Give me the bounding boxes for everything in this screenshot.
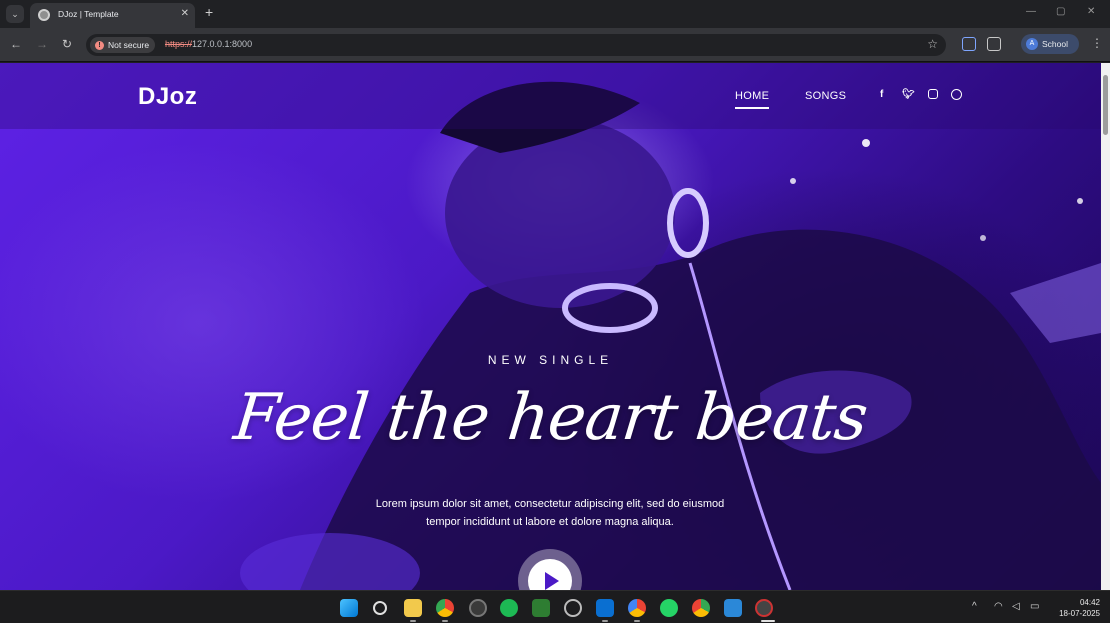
clock-time: 04:42 (1079, 598, 1100, 607)
back-icon[interactable]: ← (10, 37, 22, 51)
avatar: A (1026, 38, 1038, 50)
browser-menu-icon[interactable]: ⋮ (1091, 37, 1103, 49)
recorder-icon[interactable] (755, 599, 773, 617)
whatsapp-icon[interactable] (660, 599, 678, 617)
nav-songs[interactable]: SONGS (805, 90, 846, 102)
url-scheme: https:// (165, 39, 193, 49)
running-indicator (442, 620, 448, 622)
play-icon (528, 559, 572, 590)
tab-title: DJoz | Template (58, 9, 119, 19)
nav-home[interactable]: HOME (735, 90, 770, 109)
taskbar: ^ ◠ ◁ ▭ 04:42 18-07-2025 (0, 590, 1110, 623)
extension-icon[interactable] (962, 37, 976, 51)
photos-icon[interactable] (532, 599, 550, 617)
battery-icon[interactable]: ▭ (1030, 601, 1039, 612)
security-chip[interactable]: ! Not secure (90, 37, 156, 53)
tab-close-button[interactable]: ✕ (181, 8, 189, 19)
tab-search-button[interactable]: ⌄ (6, 5, 24, 23)
chrome-canary-icon[interactable] (692, 599, 710, 617)
globe-icon (38, 9, 50, 21)
chevron-up-icon[interactable]: ^ (972, 601, 977, 612)
volume-icon[interactable]: ◁ (1012, 601, 1020, 612)
file-explorer-icon[interactable] (404, 599, 422, 617)
forward-icon[interactable]: → (36, 37, 48, 51)
site-header: DJoz HOME SONGS f 🐦︎ (0, 63, 1101, 129)
vscode-icon[interactable] (596, 599, 614, 617)
wifi-icon[interactable]: ◠ (994, 601, 1003, 612)
warning-icon: ! (95, 40, 104, 50)
hero-text-line-2: tempor incididunt ut labore et dolore ma… (426, 516, 674, 528)
extensions-puzzle-icon[interactable] (987, 37, 1001, 51)
hero-eyebrow: NEW SINGLE (487, 353, 614, 367)
security-label: Not secure (108, 40, 150, 50)
minimize-icon[interactable]: — (1026, 6, 1036, 17)
close-window-icon[interactable]: ✕ (1087, 6, 1095, 17)
url-text: https://127.0.0.1:8000 (165, 39, 252, 49)
active-indicator (761, 620, 775, 622)
running-indicator (602, 620, 608, 622)
twitter-icon[interactable]: 🐦︎ (902, 89, 915, 100)
system-clock[interactable]: 04:42 18-07-2025 (1050, 597, 1100, 619)
new-tab-button[interactable]: + (205, 5, 213, 19)
chrome-icon[interactable] (436, 599, 454, 617)
site-logo[interactable]: DJoz (138, 83, 197, 111)
instagram-icon[interactable] (928, 89, 938, 99)
facebook-icon[interactable]: f (880, 89, 883, 100)
reload-icon[interactable]: ↻ (62, 37, 72, 51)
chrome-profile-icon[interactable] (628, 599, 646, 617)
hero-title: Feel the heart beats (230, 381, 871, 455)
profile-button[interactable]: A School (1021, 34, 1079, 54)
address-bar[interactable]: ! Not secure https://127.0.0.1:8000 ☆ (86, 34, 946, 56)
hero-text-line-1: Lorem ipsum dolor sit amet, consectetur … (375, 498, 725, 510)
hero-description: Lorem ipsum dolor sit amet, consectetur … (350, 495, 750, 531)
browser-tab[interactable]: DJoz | Template ✕ (30, 3, 195, 28)
browser-tab-strip: ⌄ DJoz | Template ✕ + — ▢ ✕ (0, 0, 1110, 28)
clock-date: 18-07-2025 (1059, 609, 1100, 618)
profile-name: School (1042, 39, 1068, 49)
page-viewport: DJoz HOME SONGS f 🐦︎ NEW SINGLE Feel the… (0, 63, 1101, 590)
scrollbar-thumb[interactable] (1103, 75, 1108, 135)
page-scrollbar[interactable] (1101, 63, 1110, 590)
notepad-icon[interactable] (724, 599, 742, 617)
running-indicator (410, 620, 416, 622)
obs-icon[interactable] (469, 599, 487, 617)
start-icon[interactable] (340, 599, 358, 617)
url-host: 127.0.0.1:8000 (192, 39, 253, 49)
browser-toolbar: ← → ↻ ! Not secure https://127.0.0.1:800… (0, 28, 1110, 62)
spotify-icon[interactable] (500, 599, 518, 617)
maximize-icon[interactable]: ▢ (1056, 6, 1065, 17)
dribbble-icon[interactable] (951, 89, 962, 100)
bookmark-star-icon[interactable]: ☆ (927, 37, 938, 51)
running-indicator (634, 620, 640, 622)
search-icon[interactable] (373, 601, 387, 615)
settings-gear-icon[interactable] (564, 599, 582, 617)
